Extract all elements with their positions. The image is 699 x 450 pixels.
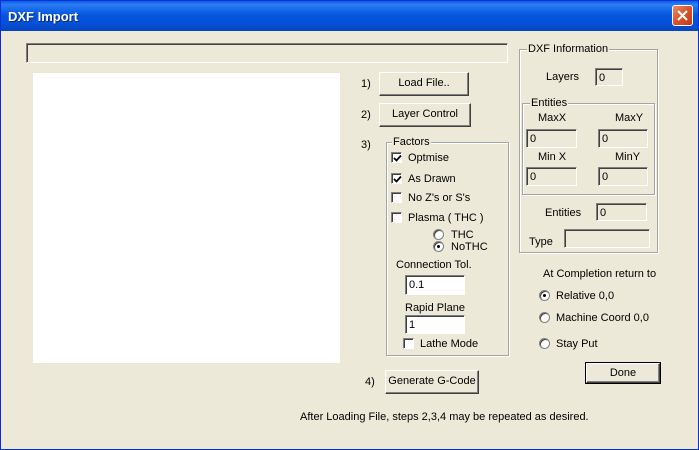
rapid-plane-input[interactable]: 1 xyxy=(405,315,465,334)
stay-put-radio[interactable] xyxy=(539,338,550,349)
step-1-number: 1) xyxy=(361,78,371,90)
no-zs-checkbox[interactable] xyxy=(391,192,402,203)
minx-value-field: 0 xyxy=(526,167,577,186)
close-button[interactable] xyxy=(672,5,693,26)
optimise-checkbox[interactable] xyxy=(391,152,402,163)
generate-gcode-button[interactable]: Generate G-Code xyxy=(385,370,479,394)
file-status-field xyxy=(26,43,508,63)
nothc-label: NoTHC xyxy=(451,241,488,253)
machine-coord-label: Machine Coord 0,0 xyxy=(556,312,649,324)
radio-selected-dot xyxy=(437,245,440,248)
layer-control-button[interactable]: Layer Control xyxy=(379,103,471,127)
completion-title: At Completion return to xyxy=(543,268,657,280)
checkmark-icon xyxy=(393,154,402,162)
rapid-plane-label: Rapid Plane xyxy=(405,302,465,314)
miny-label: MinY xyxy=(615,151,641,163)
layers-value-field: 0 xyxy=(595,68,623,86)
close-icon xyxy=(677,10,688,21)
connection-tol-input[interactable]: 0.1 xyxy=(405,275,465,295)
window-title: DXF Import xyxy=(8,9,79,24)
plasma-checkbox[interactable] xyxy=(391,212,402,223)
connection-tol-label: Connection Tol. xyxy=(396,259,472,271)
no-zs-label: No Z's or S's xyxy=(408,192,471,204)
as-drawn-label: As Drawn xyxy=(408,173,456,185)
machine-coord-radio[interactable] xyxy=(539,312,550,323)
dxf-import-window: DXF Import 1) Load File.. 2) Layer Contr… xyxy=(0,0,699,450)
stay-put-label: Stay Put xyxy=(556,338,598,350)
title-bar[interactable]: DXF Import xyxy=(1,1,698,31)
entities-value-field: 0 xyxy=(596,203,647,221)
checkmark-icon xyxy=(393,175,402,183)
optimise-label: Optmise xyxy=(408,152,449,164)
plasma-label: Plasma ( THC ) xyxy=(408,212,484,224)
lathe-mode-checkbox[interactable] xyxy=(403,338,414,349)
maxx-label: MaxX xyxy=(538,112,567,124)
maxy-label: MaxY xyxy=(615,112,644,124)
relative-radio[interactable] xyxy=(539,290,550,301)
relative-label: Relative 0,0 xyxy=(556,290,615,302)
dxf-information-legend: DXF Information xyxy=(527,43,610,55)
step-4-number: 4) xyxy=(365,376,375,388)
minx-label: Min X xyxy=(538,151,567,163)
radio-selected-dot xyxy=(543,294,546,297)
thc-radio[interactable] xyxy=(433,229,444,240)
layers-label: Layers xyxy=(546,71,580,83)
footer-note: After Loading File, steps 2,3,4 may be r… xyxy=(300,411,589,423)
miny-value-field: 0 xyxy=(598,167,648,186)
as-drawn-checkbox[interactable] xyxy=(391,173,402,184)
done-button[interactable]: Done xyxy=(585,362,661,384)
preview-canvas xyxy=(33,73,340,363)
factors-legend: Factors xyxy=(392,136,431,148)
entities-bounds-legend: Entities xyxy=(530,97,569,109)
maxy-value-field: 0 xyxy=(598,129,648,148)
lathe-mode-label: Lathe Mode xyxy=(420,338,479,350)
load-file-button[interactable]: Load File.. xyxy=(379,72,469,96)
step-2-number: 2) xyxy=(361,109,371,121)
step-3-number: 3) xyxy=(361,139,371,151)
thc-label: THC xyxy=(451,229,474,241)
type-value-field xyxy=(564,229,650,248)
type-label: Type xyxy=(529,236,553,248)
entities-label: Entities xyxy=(545,207,582,219)
maxx-value-field: 0 xyxy=(526,129,577,148)
nothc-radio[interactable] xyxy=(433,241,444,252)
